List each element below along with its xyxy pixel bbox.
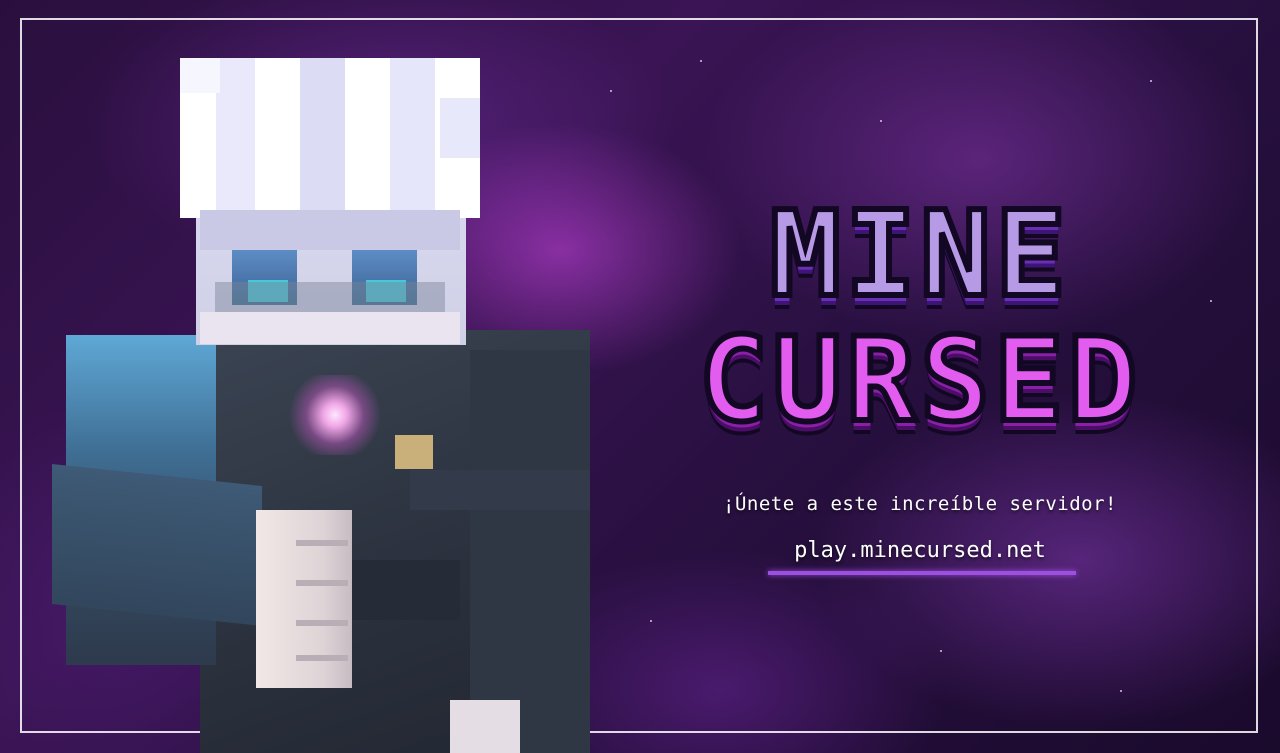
character-hair — [180, 58, 480, 218]
minecursed-logo: MINE CURSED — [640, 185, 1200, 485]
minecraft-character — [0, 0, 620, 753]
logo-line-cursed: CURSED — [695, 313, 1142, 448]
server-ip-underline — [768, 571, 1076, 575]
server-ip-link[interactable]: play.minecursed.net — [760, 538, 1080, 563]
logo-line-mine: MINE — [767, 185, 1071, 323]
character-fist — [256, 510, 352, 688]
tagline: ¡Únete a este increíble servidor! — [723, 493, 1117, 515]
server-banner: MINE CURSED ¡Únete a este increíble serv… — [0, 0, 1280, 753]
chest-badge — [395, 435, 433, 469]
glowing-orb — [285, 375, 385, 455]
